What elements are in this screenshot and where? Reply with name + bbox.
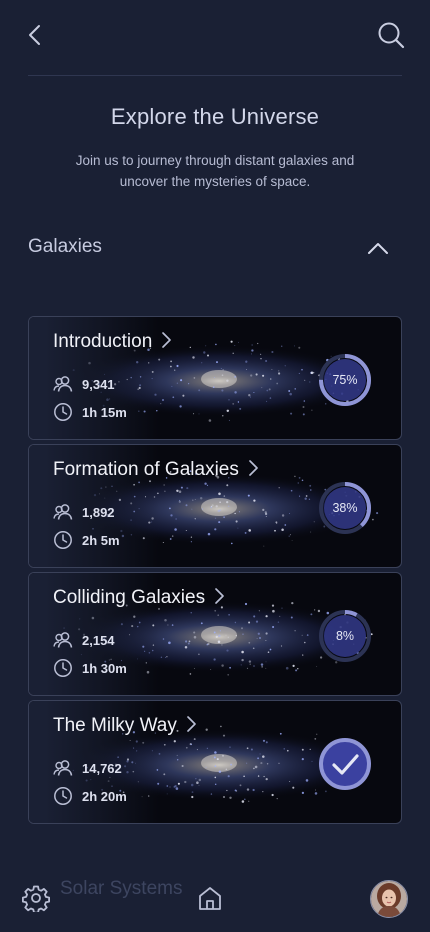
- learner-count-value: 2,154: [82, 632, 115, 648]
- course-title-text: Colliding Galaxies: [53, 587, 206, 608]
- people-icon: [53, 504, 73, 520]
- clock-icon: [54, 531, 72, 549]
- learner-count: 2,154: [53, 631, 115, 649]
- home-button[interactable]: [194, 882, 226, 914]
- back-button[interactable]: [20, 20, 50, 50]
- completed-badge: [319, 738, 371, 790]
- course-duration-value: 2h 5m: [82, 532, 120, 548]
- course-title: Formation of Galaxies: [53, 459, 259, 481]
- course-duration: 2h 5m: [53, 530, 120, 550]
- chevron-right-icon: [215, 588, 224, 605]
- top-bar: [0, 0, 430, 76]
- section-header: Galaxies: [28, 232, 402, 264]
- progress-label: 8%: [335, 629, 355, 643]
- user-avatar[interactable]: [370, 880, 408, 918]
- course-title: Introduction: [53, 331, 172, 353]
- course-title-text: Formation of Galaxies: [53, 459, 239, 480]
- course-title-text: The Milky Way: [53, 715, 177, 736]
- people-icon: [53, 376, 73, 392]
- course-duration-value: 1h 30m: [82, 660, 127, 676]
- clock-icon: [54, 403, 72, 421]
- progress-label: 38%: [332, 501, 358, 515]
- course-duration: 2h 20m: [53, 786, 127, 806]
- people-icon: [53, 760, 73, 776]
- course-duration-value: 1h 15m: [82, 404, 127, 420]
- section-label: Galaxies: [28, 236, 102, 257]
- page-subtitle: Join us to journey through distant galax…: [75, 153, 355, 189]
- learner-count: 14,762: [53, 759, 122, 777]
- course-card[interactable]: Formation of Galaxies 1,892 2h 5m 38%: [28, 444, 402, 568]
- learner-count: 9,341: [53, 375, 115, 393]
- chevron-up-icon: [368, 243, 388, 254]
- learner-count: 1,892: [53, 503, 115, 521]
- bottom-nav: [0, 862, 430, 932]
- learner-count-value: 1,892: [82, 504, 115, 520]
- avatar-image: [371, 881, 407, 917]
- course-card[interactable]: Colliding Galaxies 2,154 1h 30m 8%: [28, 572, 402, 696]
- course-duration: 1h 30m: [53, 658, 127, 678]
- page-title: Explore the Universe: [110, 104, 320, 129]
- course-title: The Milky Way: [53, 715, 197, 737]
- search-icon: [378, 22, 405, 49]
- collapse-section-button[interactable]: [364, 234, 392, 262]
- clock-icon: [54, 659, 72, 677]
- clock-icon: [54, 787, 72, 805]
- progress-label: 75%: [332, 373, 358, 387]
- course-duration-value: 2h 20m: [82, 788, 127, 804]
- course-title-text: Introduction: [53, 331, 153, 352]
- home-icon: [199, 887, 221, 910]
- gear-icon: [22, 885, 50, 912]
- course-card[interactable]: Introduction 9,341 1h 15m 75%: [28, 316, 402, 440]
- chevron-right-icon: [249, 460, 258, 477]
- chevron-right-icon: [162, 332, 172, 349]
- learner-count-value: 14,762: [82, 760, 122, 776]
- course-title: Colliding Galaxies: [53, 587, 225, 609]
- chevron-left-icon: [29, 25, 40, 45]
- course-card[interactable]: The Milky Way 14,762 2h 20m: [28, 700, 402, 824]
- learner-count-value: 9,341: [82, 376, 115, 392]
- header-divider: [28, 75, 402, 76]
- chevron-right-icon: [187, 716, 196, 733]
- people-icon: [53, 632, 73, 648]
- course-duration: 1h 15m: [53, 402, 127, 422]
- search-button[interactable]: [374, 18, 408, 52]
- settings-button[interactable]: [20, 882, 52, 914]
